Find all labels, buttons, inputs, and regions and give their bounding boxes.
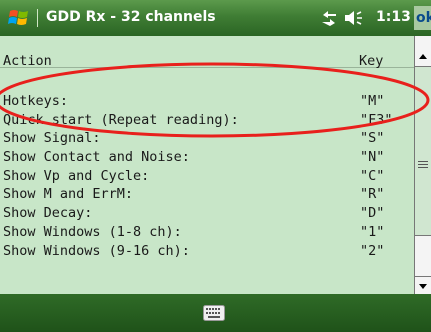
item-action: Show Signal: <box>3 130 101 147</box>
list-item[interactable]: Hotkeys: "M" <box>0 93 414 112</box>
content-area: Action Key Hotkeys: "M" Quick start (Repe… <box>0 36 431 294</box>
arrow-up-icon <box>419 54 427 59</box>
title-bar: GDD Rx - 32 channels 1:13 ok <box>0 0 431 36</box>
grip-icon <box>418 161 428 170</box>
column-header-action[interactable]: Action <box>3 53 52 69</box>
clock[interactable]: 1:13 <box>376 9 411 25</box>
list-item[interactable]: Show Windows (9-16 ch): "2" <box>0 243 414 262</box>
scroll-up-button[interactable] <box>415 49 431 67</box>
menu-bar <box>0 294 431 332</box>
list-item[interactable]: Show Contact and Noise: "N" <box>0 149 414 168</box>
item-action: Show M and ErrM: <box>3 186 134 203</box>
title-separator <box>37 9 38 27</box>
column-header-key[interactable]: Key <box>359 53 383 69</box>
item-key: "S" <box>360 130 385 147</box>
item-key: "D" <box>360 205 385 222</box>
item-key: "C" <box>360 167 385 184</box>
speaker-icon[interactable] <box>344 10 364 26</box>
list-item[interactable]: Show Signal: "S" <box>0 130 414 149</box>
connectivity-icon[interactable] <box>320 10 338 26</box>
list-item[interactable]: Show Decay: "D" <box>0 205 414 224</box>
scroll-down-button[interactable] <box>415 276 431 294</box>
windows-start-icon[interactable] <box>8 8 30 28</box>
item-key: "R" <box>360 186 385 203</box>
item-key: "2" <box>360 242 385 259</box>
item-key: "F3" <box>360 111 393 128</box>
list-item[interactable]: Show Vp and Cycle: "C" <box>0 168 414 187</box>
list-rows: Hotkeys: "M" Quick start (Repeat reading)… <box>0 93 414 261</box>
item-action: Hotkeys: <box>3 93 69 109</box>
window-title: GDD Rx - 32 channels <box>46 9 216 25</box>
scroll-thumb[interactable] <box>415 66 431 236</box>
list-header: Action Key <box>0 36 414 69</box>
list-item[interactable]: Show M and ErrM: "R" <box>0 186 414 205</box>
item-action: Show Windows (9-16 ch): <box>3 242 190 259</box>
status-icons <box>320 8 364 28</box>
list-item[interactable]: Quick start (Repeat reading): "F3" <box>0 112 414 131</box>
vertical-scrollbar[interactable] <box>414 36 431 294</box>
item-key: "M" <box>360 93 385 109</box>
item-action: Show Vp and Cycle: <box>3 167 150 184</box>
arrow-down-icon <box>419 284 427 289</box>
item-action: Quick start (Repeat reading): <box>3 111 239 128</box>
keyboard-icon[interactable] <box>203 305 225 321</box>
hotkeys-list[interactable]: Action Key Hotkeys: "M" Quick start (Repe… <box>0 36 414 294</box>
item-key: "N" <box>360 149 385 166</box>
item-action: Show Contact and Noise: <box>3 149 190 166</box>
item-key: "1" <box>360 223 385 240</box>
item-action: Show Decay: <box>3 205 93 222</box>
list-item[interactable]: Show Windows (1-8 ch): "1" <box>0 224 414 243</box>
ok-button[interactable]: ok <box>414 6 431 30</box>
item-action: Show Windows (1-8 ch): <box>3 223 182 240</box>
